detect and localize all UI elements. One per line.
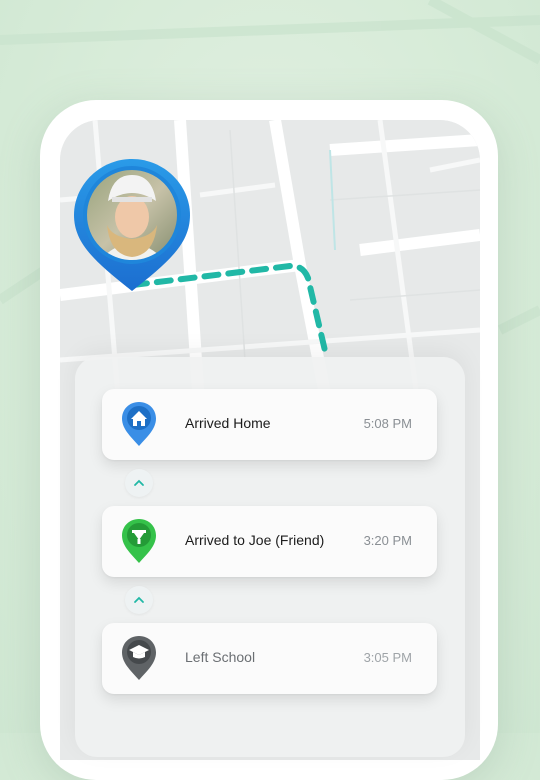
timeline-item-title: Arrived to Joe (Friend) [185,532,325,548]
school-pin-icon [122,636,156,680]
timeline-item-title: Left School [185,649,256,665]
timeline-item-left-school[interactable]: Left School 3:05 PM [102,623,437,694]
chevron-up-icon [134,596,144,603]
child-avatar-pin[interactable]: NYC [72,157,192,295]
timeline-item-arrived-home[interactable]: Arrived Home 5:08 PM [102,389,437,460]
friend-pin-icon [122,519,156,563]
timeline-item-arrived-to-joe[interactable]: Arrived to Joe (Friend) 3:20 PM [102,506,437,577]
timeline-item-title: Arrived Home [185,415,271,431]
timeline-item-time: 3:05 PM [363,650,412,665]
timeline-item-time: 5:08 PM [363,416,412,431]
expand-button-1[interactable] [125,469,153,497]
expand-button-2[interactable] [125,586,153,614]
home-pin-icon [122,402,156,446]
timeline-item-time: 3:20 PM [363,533,412,548]
chevron-up-icon [134,479,144,486]
